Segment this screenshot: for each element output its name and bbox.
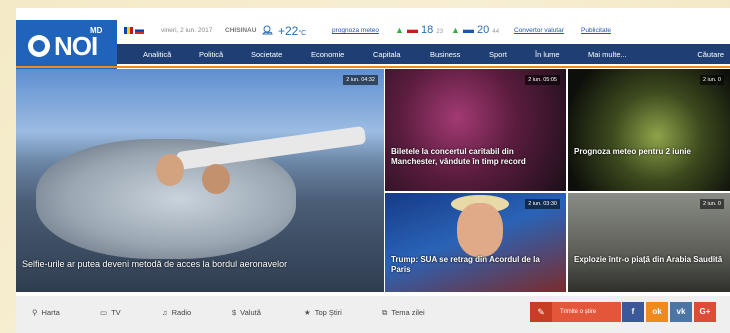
trend-up-icon: ▲ [451,25,460,35]
forecast-link[interactable]: prognoza meteo [332,27,379,34]
temperature: +22°C [278,24,307,38]
news-title[interactable]: Selfie-urile ar putea deveni metodă de a… [22,259,378,269]
city-selector[interactable]: CHISINAU [225,27,256,34]
tv-link[interactable]: ▭ TV [100,308,121,317]
eur-rate: ▲ ▬ 20 44 [451,24,500,36]
accent-divider [16,66,730,68]
main-navigation: Analitică Politică Societate Economie Ca… [117,44,730,64]
news-tile-main[interactable]: 2 iun. 04:32 Selfie-urile ar putea deven… [16,69,384,292]
news-title[interactable]: Biletele la concertul caritabil din Manc… [391,147,560,167]
vk-icon[interactable]: vk [670,302,692,322]
facebook-icon[interactable]: f [622,302,644,322]
news-timestamp: 2 iun. 0 [699,75,724,85]
news-photo [457,203,503,257]
news-timestamp: 2 iun. 05:05 [525,75,560,85]
music-note-icon: ♫ [162,308,168,317]
news-title[interactable]: Explozie într-o piață din Arabia Saudită [574,255,724,265]
nav-item-sport[interactable]: Sport [489,50,507,59]
currency-converter-link[interactable]: Convertor valutar [514,27,564,34]
search-button[interactable]: Căutare [697,50,724,59]
eu-flag-icon: ▬ [462,24,474,36]
page-frame: NOI MD vineri, 2 iun. 2017 CHISINAU +22°… [16,8,730,333]
logo-suffix: MD [90,26,103,35]
logo-mark-icon [28,35,50,57]
moldova-flag-icon[interactable] [124,27,133,34]
news-tile-trump[interactable]: 2 iun. 03:30 Trump: SUA se retrag din Ac… [385,193,566,292]
russia-flag-icon[interactable] [135,27,144,34]
tv-icon: ▭ [100,308,108,317]
nav-item-in-lume[interactable]: În lume [535,50,560,59]
chat-icon: ⧉ [382,308,388,317]
usd-flag-icon: ▬ [406,24,418,36]
topic-of-day-link[interactable]: ⧉ Tema zilei [382,308,425,318]
sun-cloud-icon [262,25,273,35]
nav-item-capitala[interactable]: Capitala [373,50,401,59]
currency-link[interactable]: $ Valută [232,308,261,317]
usd-rate: ▲ ▬ 18 23 [395,24,444,36]
news-title[interactable]: Prognoza meteo pentru 2 iunie [574,147,724,157]
current-date: vineri, 2 iun. 2017 [161,27,213,34]
info-bar: vineri, 2 iun. 2017 CHISINAU +22°C progn… [117,20,730,42]
news-timestamp: 2 iun. 0 [699,199,724,209]
news-timestamp: 2 iun. 04:32 [343,75,378,85]
nav-item-economie[interactable]: Economie [311,50,344,59]
nav-item-analitica[interactable]: Analitică [143,50,171,59]
send-news-button[interactable]: ✎ Trimite o știre [530,302,621,322]
star-icon: ★ [304,308,311,317]
pen-icon: ✎ [530,302,552,322]
news-tile-concert[interactable]: 2 iun. 05:05 Biletele la concertul carit… [385,69,566,191]
news-timestamp: 2 iun. 03:30 [525,199,560,209]
odnoklassniki-icon[interactable]: ok [646,302,668,322]
nav-item-more[interactable]: Mai multe... [588,50,627,59]
map-pin-icon: ⚲ [32,308,38,317]
radio-link[interactable]: ♫ Radio [162,308,191,317]
nav-item-politica[interactable]: Politică [199,50,223,59]
nav-item-business[interactable]: Business [430,50,460,59]
logo-text: NOI [54,31,98,61]
news-tile-weather[interactable]: 2 iun. 0 Prognoza meteo pentru 2 iunie [568,69,730,191]
bottom-toolbar: ⚲ Harta ▭ TV ♫ Radio $ Valută ★ Top Știri ⧉ Te… [16,296,730,333]
google-plus-icon[interactable]: G+ [694,302,716,322]
news-title[interactable]: Trump: SUA se retrag din Acordul de la P… [391,255,560,275]
map-link[interactable]: ⚲ Harta [32,308,60,317]
nav-item-societate[interactable]: Societate [251,50,282,59]
publicity-link[interactable]: Publicitate [581,27,611,34]
top-news-link[interactable]: ★ Top Știri [304,308,342,317]
trend-up-icon: ▲ [395,25,404,35]
news-tile-explosion[interactable]: 2 iun. 0 Explozie într-o piață din Arabi… [568,193,730,292]
dollar-icon: $ [232,308,237,317]
